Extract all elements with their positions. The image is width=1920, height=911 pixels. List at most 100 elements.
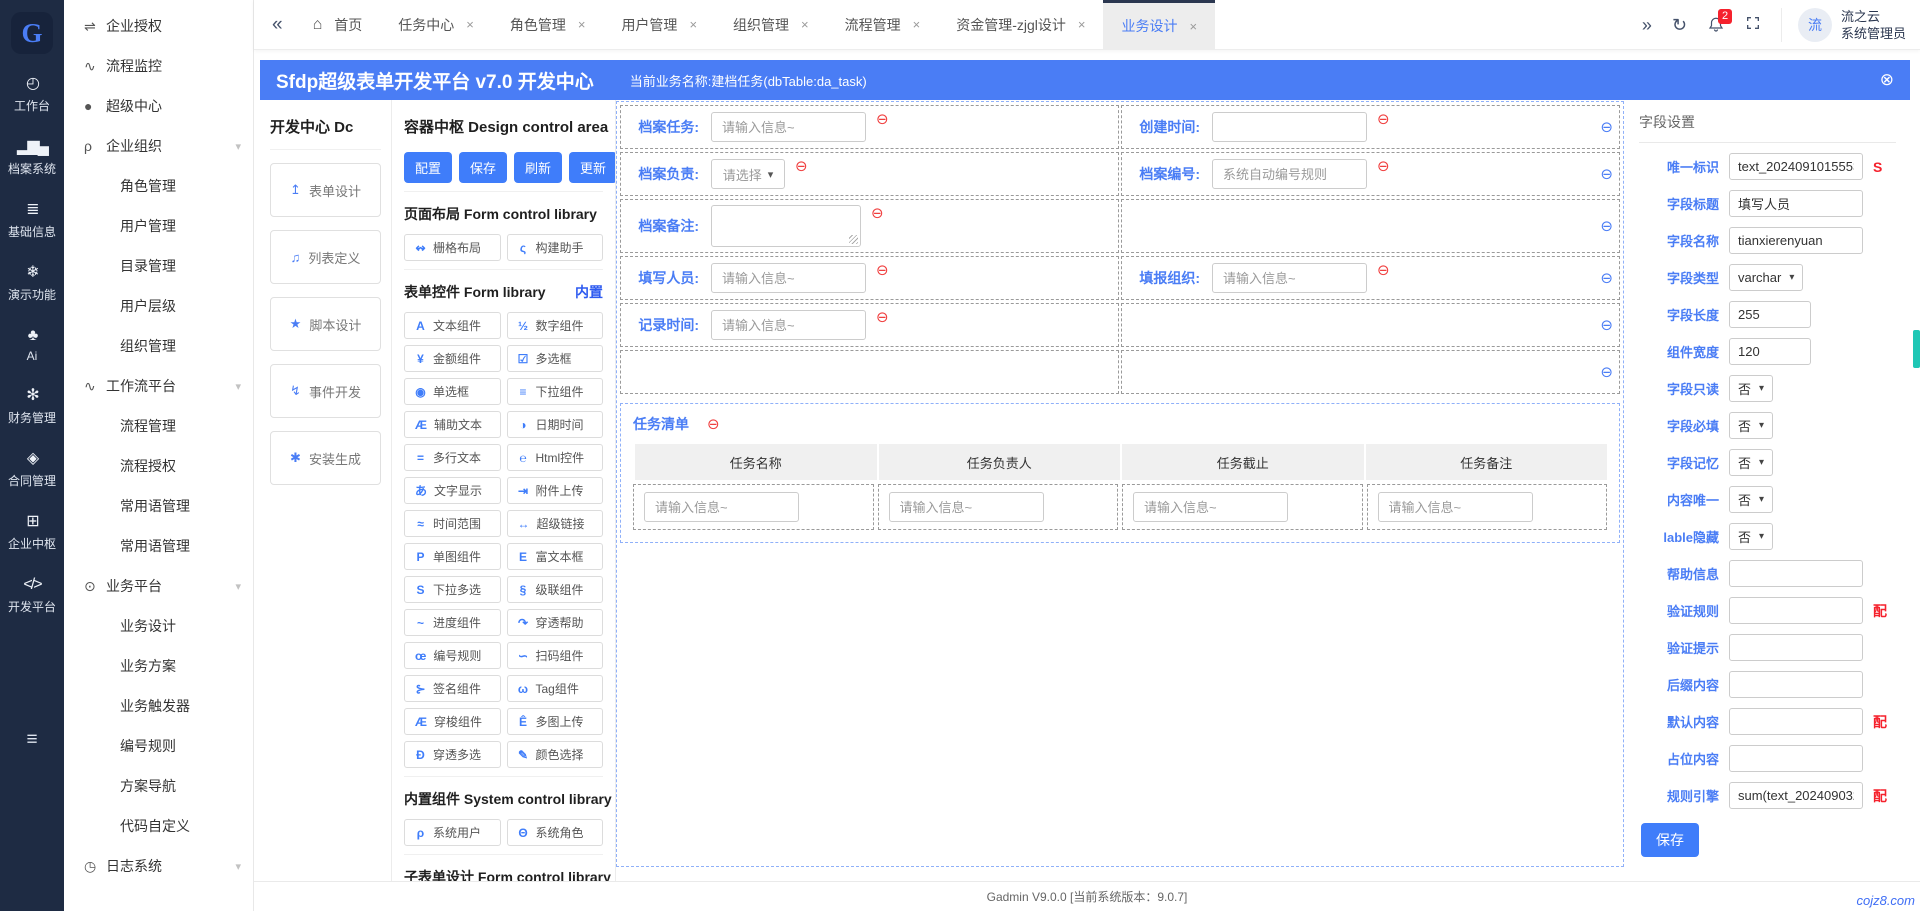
form-cell[interactable]: 档案备注: ⊖ bbox=[620, 199, 1119, 253]
component-button[interactable]: Ê 多图上传 bbox=[507, 708, 604, 735]
tab[interactable]: 用户管理 × bbox=[603, 0, 715, 49]
builtin-link[interactable]: 内置 bbox=[575, 282, 603, 302]
dev-center-button[interactable]: ↯ 事件开发 bbox=[270, 364, 381, 418]
component-button[interactable]: ✎ 颜色选择 bbox=[507, 741, 604, 768]
component-button[interactable]: ≈ 时间范围 bbox=[404, 510, 501, 537]
rail-item[interactable]: ⊞ 企业中枢 bbox=[0, 512, 64, 552]
tab-close-icon[interactable]: × bbox=[578, 17, 586, 32]
component-button[interactable]: A 文本组件 bbox=[404, 312, 501, 339]
watermark-link[interactable]: cojz8.com bbox=[1856, 893, 1915, 908]
sidebar-item[interactable]: 代码自定义 bbox=[64, 806, 253, 846]
remove-field-icon[interactable]: ⊖ bbox=[876, 262, 889, 280]
config-link[interactable]: 配 bbox=[1873, 712, 1887, 732]
tab[interactable]: 流程管理 × bbox=[827, 0, 939, 49]
component-button[interactable]: ς 构建助手 bbox=[507, 234, 604, 261]
component-button[interactable]: ⊱ 签名组件 bbox=[404, 675, 501, 702]
sidebar-item[interactable]: 业务设计 bbox=[64, 606, 253, 646]
tab-close-icon[interactable]: × bbox=[913, 17, 921, 32]
rail-item[interactable]: ≣ 基础信息 bbox=[0, 200, 64, 240]
remove-row-icon[interactable]: ⊖ bbox=[1600, 269, 1613, 287]
component-button[interactable]: œ 编号规则 bbox=[404, 642, 501, 669]
tab[interactable]: 业务设计 × bbox=[1103, 0, 1215, 49]
field-setting-select[interactable]: varchar▾ bbox=[1729, 264, 1803, 291]
component-button[interactable]: Đ 穿透多选 bbox=[404, 741, 501, 768]
scrollbar-thumb[interactable] bbox=[1913, 330, 1920, 368]
component-button[interactable]: S 下拉多选 bbox=[404, 576, 501, 603]
component-button[interactable]: Θ 系统角色 bbox=[507, 819, 604, 846]
component-button[interactable]: ⇥ 附件上传 bbox=[507, 477, 604, 504]
rail-item[interactable]: </> 开发平台 bbox=[0, 575, 64, 615]
field-select[interactable]: 请选择▾ bbox=[711, 159, 785, 189]
remove-field-icon[interactable]: ⊖ bbox=[876, 309, 889, 327]
component-button[interactable]: ≡ 下拉组件 bbox=[507, 378, 604, 405]
field-setting-input[interactable] bbox=[1729, 301, 1811, 328]
field-input[interactable] bbox=[711, 112, 866, 142]
dev-center-button[interactable]: ↥ 表单设计 bbox=[270, 163, 381, 217]
sidebar-item[interactable]: ⇌ 企业授权 bbox=[64, 6, 253, 46]
component-button[interactable]: ↭ 栅格布局 bbox=[404, 234, 501, 261]
dev-center-button[interactable]: ♫ 列表定义 bbox=[270, 230, 381, 284]
tab[interactable]: 任务中心 × bbox=[380, 0, 492, 49]
component-button[interactable]: ∽ 扫码组件 bbox=[507, 642, 604, 669]
tab[interactable]: ⌂ 首页 bbox=[295, 0, 381, 49]
remove-row-icon[interactable]: ⊖ bbox=[1600, 165, 1613, 183]
field-input[interactable] bbox=[1212, 159, 1367, 189]
config-link[interactable]: S bbox=[1873, 159, 1882, 175]
remove-field-icon[interactable]: ⊖ bbox=[1377, 158, 1390, 176]
subtable-cell[interactable] bbox=[1122, 484, 1363, 530]
remove-field-icon[interactable]: ⊖ bbox=[795, 158, 808, 176]
component-button[interactable]: E 富文本框 bbox=[507, 543, 604, 570]
form-cell[interactable]: ⊖ bbox=[1121, 350, 1620, 394]
sidebar-item[interactable]: ρ 企业组织 ▾ bbox=[64, 126, 253, 166]
sidebar-item[interactable]: ◷ 日志系统 ▾ bbox=[64, 846, 253, 886]
form-cell[interactable] bbox=[620, 350, 1119, 394]
tabs-forward-icon[interactable]: » bbox=[1642, 16, 1652, 34]
remove-field-icon[interactable]: ⊖ bbox=[1377, 262, 1390, 280]
form-cell[interactable]: 填写人员: ⊖ bbox=[620, 256, 1119, 300]
component-button[interactable]: ¥ 金额组件 bbox=[404, 345, 501, 372]
user-menu[interactable]: 流 流之云 系统管理员 bbox=[1781, 8, 1906, 42]
remove-row-icon[interactable]: ⊖ bbox=[1600, 316, 1613, 334]
component-button[interactable]: ~ 进度组件 bbox=[404, 609, 501, 636]
sidebar-item[interactable]: 流程授权 bbox=[64, 446, 253, 486]
form-cell[interactable]: ⊖ bbox=[1121, 199, 1620, 253]
sidebar-item[interactable]: 用户管理 bbox=[64, 206, 253, 246]
field-setting-input[interactable] bbox=[1729, 560, 1863, 587]
rail-item[interactable]: ✻ 财务管理 bbox=[0, 386, 64, 426]
subtable-input[interactable] bbox=[1378, 492, 1533, 522]
subtable-cell[interactable] bbox=[878, 484, 1119, 530]
sidebar-item[interactable]: 常用语管理 bbox=[64, 526, 253, 566]
sidebar-item[interactable]: ● 超级中心 bbox=[64, 86, 253, 126]
remove-row-icon[interactable]: ⊖ bbox=[1600, 118, 1613, 136]
app-logo[interactable]: G bbox=[11, 12, 53, 54]
menu-collapse-icon[interactable]: ≡ bbox=[26, 729, 37, 751]
action-button[interactable]: 保存 bbox=[459, 152, 507, 183]
action-button[interactable]: 刷新 bbox=[514, 152, 562, 183]
component-button[interactable]: ☑ 多选框 bbox=[507, 345, 604, 372]
form-cell[interactable]: 填报组织: ⊖ ⊖ bbox=[1121, 256, 1620, 300]
fullscreen-icon[interactable] bbox=[1745, 15, 1761, 34]
tab-close-icon[interactable]: × bbox=[801, 17, 809, 32]
tab[interactable]: 组织管理 × bbox=[715, 0, 827, 49]
tab[interactable]: 角色管理 × bbox=[492, 0, 604, 49]
field-setting-select[interactable]: 否▾ bbox=[1729, 412, 1773, 439]
sidebar-item[interactable]: 编号规则 bbox=[64, 726, 253, 766]
subtable-input[interactable] bbox=[644, 492, 799, 522]
subtable-cell[interactable] bbox=[1367, 484, 1608, 530]
sidebar-item[interactable]: 目录管理 bbox=[64, 246, 253, 286]
tab[interactable]: 资金管理-zjgl设计 × bbox=[938, 0, 1103, 49]
field-setting-input[interactable] bbox=[1729, 782, 1863, 809]
remove-row-icon[interactable]: ⊖ bbox=[1600, 217, 1613, 235]
remove-field-icon[interactable]: ⊖ bbox=[871, 205, 884, 223]
component-button[interactable]: ω Tag组件 bbox=[507, 675, 604, 702]
save-button[interactable]: 保存 bbox=[1641, 823, 1699, 857]
field-setting-select[interactable]: 否▾ bbox=[1729, 375, 1773, 402]
rail-item[interactable]: ♣ Ai bbox=[0, 326, 64, 363]
tabs-back-icon[interactable]: « bbox=[272, 14, 283, 36]
component-button[interactable]: Æ 辅助文本 bbox=[404, 411, 501, 438]
component-button[interactable]: ρ 系统用户 bbox=[404, 819, 501, 846]
form-cell[interactable]: 档案任务: ⊖ bbox=[620, 105, 1119, 149]
sidebar-item[interactable]: 组织管理 bbox=[64, 326, 253, 366]
sidebar-item[interactable]: 业务触发器 bbox=[64, 686, 253, 726]
form-cell[interactable]: 创建时间: ⊖ ⊖ bbox=[1121, 105, 1620, 149]
